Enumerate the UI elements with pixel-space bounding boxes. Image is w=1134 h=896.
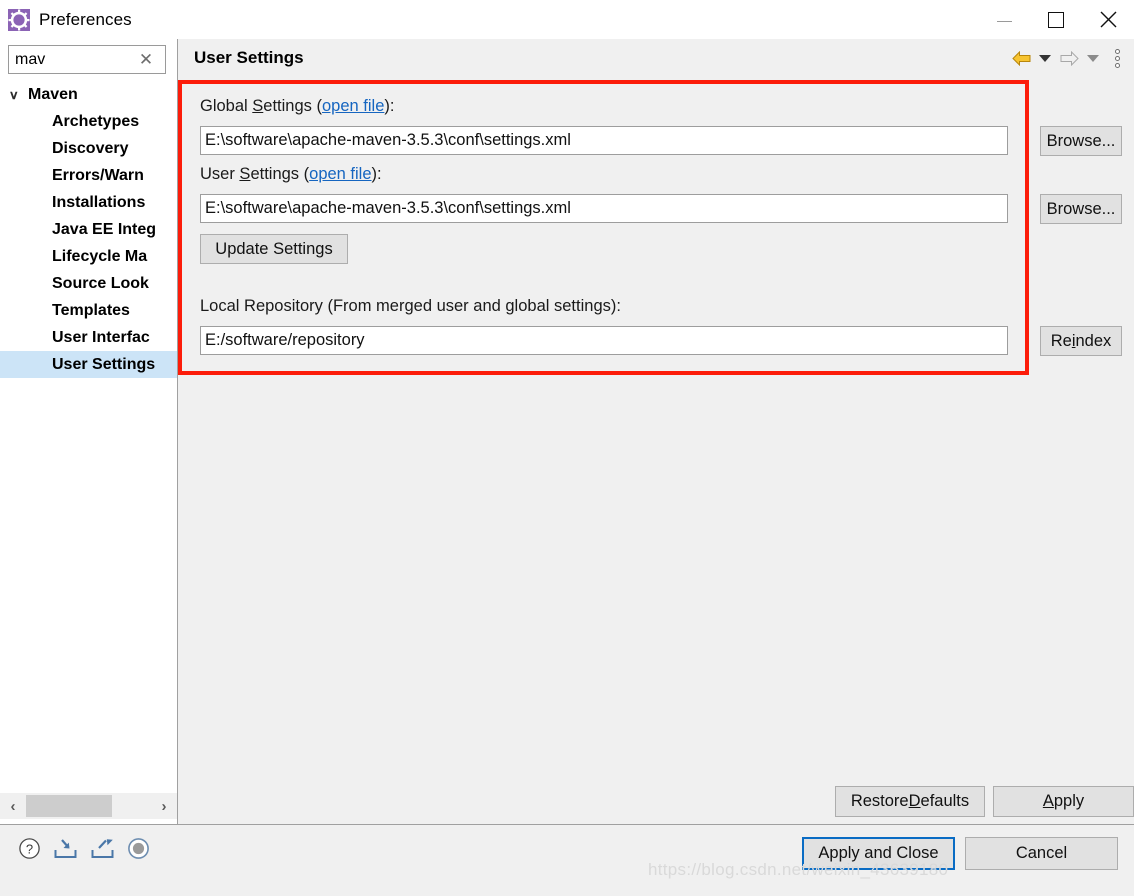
export-icon[interactable] bbox=[90, 837, 115, 860]
tree-item-label: Lifecycle Ma bbox=[52, 247, 148, 265]
maximize-icon bbox=[1048, 11, 1064, 28]
close-button[interactable] bbox=[1082, 0, 1134, 39]
apply-button[interactable]: Apply bbox=[993, 786, 1134, 817]
scroll-right-arrow-icon[interactable]: › bbox=[151, 793, 177, 819]
global-settings-label: Global Settings (open file): bbox=[200, 97, 394, 116]
filter-search-box[interactable]: ✕ bbox=[8, 45, 166, 74]
close-icon bbox=[1100, 11, 1116, 28]
chevron-down-icon[interactable]: ∨ bbox=[9, 88, 27, 102]
chevron-down-icon bbox=[1039, 54, 1051, 62]
apply-mnemonic: A bbox=[1042, 792, 1054, 810]
kebab-menu-icon[interactable] bbox=[1106, 45, 1128, 71]
tree-item-label: Maven bbox=[28, 85, 78, 103]
reindex-label-rest: ndex bbox=[1075, 331, 1112, 350]
global-settings-open-file-link[interactable]: open file bbox=[322, 97, 384, 115]
user-settings-open-file-link[interactable]: open file bbox=[309, 165, 371, 183]
restore-defaults-mnemonic: D bbox=[908, 792, 921, 810]
preferences-tree-panel: ✕ ∨Maven Archetypes Discovery Errors/Warn In… bbox=[0, 39, 178, 825]
forward-history-dropdown[interactable] bbox=[1082, 45, 1104, 71]
footer-icon-bar: ? bbox=[18, 837, 150, 860]
tree-horizontal-scrollbar[interactable]: ‹ › bbox=[0, 793, 177, 819]
page-title: User Settings bbox=[194, 48, 304, 67]
user-settings-label-mnemonic: S bbox=[239, 165, 251, 183]
user-settings-label-rest: ettings ( bbox=[250, 165, 310, 183]
tree-item-label: Errors/Warn bbox=[52, 166, 144, 184]
back-history-dropdown[interactable] bbox=[1034, 45, 1056, 71]
tree-item-label: Discovery bbox=[52, 139, 129, 157]
minimize-button[interactable] bbox=[978, 0, 1030, 39]
svg-text:?: ? bbox=[26, 842, 33, 857]
global-settings-label-prefix: Global bbox=[200, 97, 253, 115]
cancel-button[interactable]: Cancel bbox=[965, 837, 1118, 870]
scrollbar-track[interactable] bbox=[26, 793, 151, 819]
tree-item-label: Installations bbox=[52, 193, 146, 211]
help-icon[interactable]: ? bbox=[18, 837, 41, 860]
dialog-footer: ? Apply and Close Cancel bbox=[0, 825, 1134, 896]
record-icon[interactable] bbox=[127, 837, 150, 860]
chevron-down-icon bbox=[1087, 54, 1099, 62]
tree-item-label: Templates bbox=[52, 301, 130, 319]
tree-item-label: Archetypes bbox=[52, 112, 140, 130]
search-input[interactable] bbox=[9, 47, 133, 72]
tree-item-maven[interactable]: ∨ Maven bbox=[0, 81, 177, 108]
local-repository-input[interactable] bbox=[200, 326, 1008, 355]
tree-item-source-look[interactable]: Source Look bbox=[0, 270, 177, 297]
user-settings-page: Global Settings (open file): Browse... U… bbox=[178, 77, 1134, 817]
global-settings-label-suffix: ): bbox=[384, 97, 395, 115]
scroll-left-arrow-icon[interactable]: ‹ bbox=[0, 793, 26, 819]
page-header-toolbar bbox=[1010, 39, 1128, 77]
restore-defaults-button[interactable]: Restore Defaults bbox=[835, 786, 985, 817]
tree-item-user-interfac[interactable]: User Interfac bbox=[0, 324, 177, 351]
apply-rest: pply bbox=[1053, 792, 1085, 810]
local-repository-label: Local Repository (From merged user and g… bbox=[200, 297, 621, 315]
tree-item-archetypes[interactable]: Archetypes bbox=[0, 108, 177, 135]
tree-item-label: User Settings bbox=[52, 355, 156, 373]
title-bar: Preferences bbox=[0, 0, 1134, 39]
tree-item-user-settings[interactable]: User Settings bbox=[0, 351, 177, 378]
gear-icon bbox=[8, 8, 30, 31]
tree-item-errors-warn[interactable]: Errors/Warn bbox=[0, 162, 177, 189]
preferences-tree[interactable]: ∨ Maven Archetypes Discovery Errors/Warn Inst… bbox=[0, 81, 177, 781]
update-settings-button[interactable]: Update Settings bbox=[200, 234, 348, 264]
tree-item-java-ee-integ[interactable]: Java EE Integ bbox=[0, 216, 177, 243]
import-icon[interactable] bbox=[53, 837, 78, 860]
global-settings-label-rest: ettings ( bbox=[263, 97, 322, 115]
tree-item-lifecycle-ma[interactable]: Lifecycle Ma bbox=[0, 243, 177, 270]
clear-icon[interactable]: ✕ bbox=[133, 51, 159, 68]
window-controls bbox=[978, 0, 1134, 39]
tree-item-templates[interactable]: Templates bbox=[0, 297, 177, 324]
user-settings-input[interactable] bbox=[200, 194, 1008, 223]
restore-defaults-prefix: Restore bbox=[850, 792, 909, 810]
global-settings-input[interactable] bbox=[200, 126, 1008, 155]
user-settings-label-prefix: User bbox=[200, 165, 240, 183]
user-settings-browse-button[interactable]: Browse... bbox=[1040, 194, 1122, 224]
reindex-label-prefix: Re bbox=[1050, 331, 1072, 350]
user-settings-label-suffix: ): bbox=[371, 165, 382, 183]
tree-item-label: Java EE Integ bbox=[52, 220, 157, 238]
tree-item-label: Source Look bbox=[52, 274, 149, 292]
back-arrow-icon[interactable] bbox=[1010, 45, 1032, 71]
preferences-dialog: Preferences ✕ ∨Maven Archetypes Discovery E… bbox=[0, 0, 1134, 896]
forward-arrow-icon[interactable] bbox=[1058, 45, 1080, 71]
global-settings-label-mnemonic: S bbox=[252, 97, 264, 115]
reindex-button[interactable]: Re i ndex bbox=[1040, 326, 1122, 356]
tree-item-label: User Interfac bbox=[52, 328, 150, 346]
tree-item-discovery[interactable]: Discovery bbox=[0, 135, 177, 162]
tree-item-installations[interactable]: Installations bbox=[0, 189, 177, 216]
minimize-icon bbox=[996, 21, 1012, 22]
watermark-text: https://blog.csdn.net/weixin_43639180 bbox=[648, 860, 949, 879]
restore-defaults-rest: efaults bbox=[920, 792, 970, 810]
maximize-button[interactable] bbox=[1030, 0, 1082, 39]
user-settings-label: User Settings (open file): bbox=[200, 165, 382, 184]
page-header: User Settings bbox=[178, 39, 1134, 77]
global-settings-browse-button[interactable]: Browse... bbox=[1040, 126, 1122, 156]
window-title: Preferences bbox=[39, 9, 132, 29]
scrollbar-thumb[interactable] bbox=[26, 795, 112, 817]
